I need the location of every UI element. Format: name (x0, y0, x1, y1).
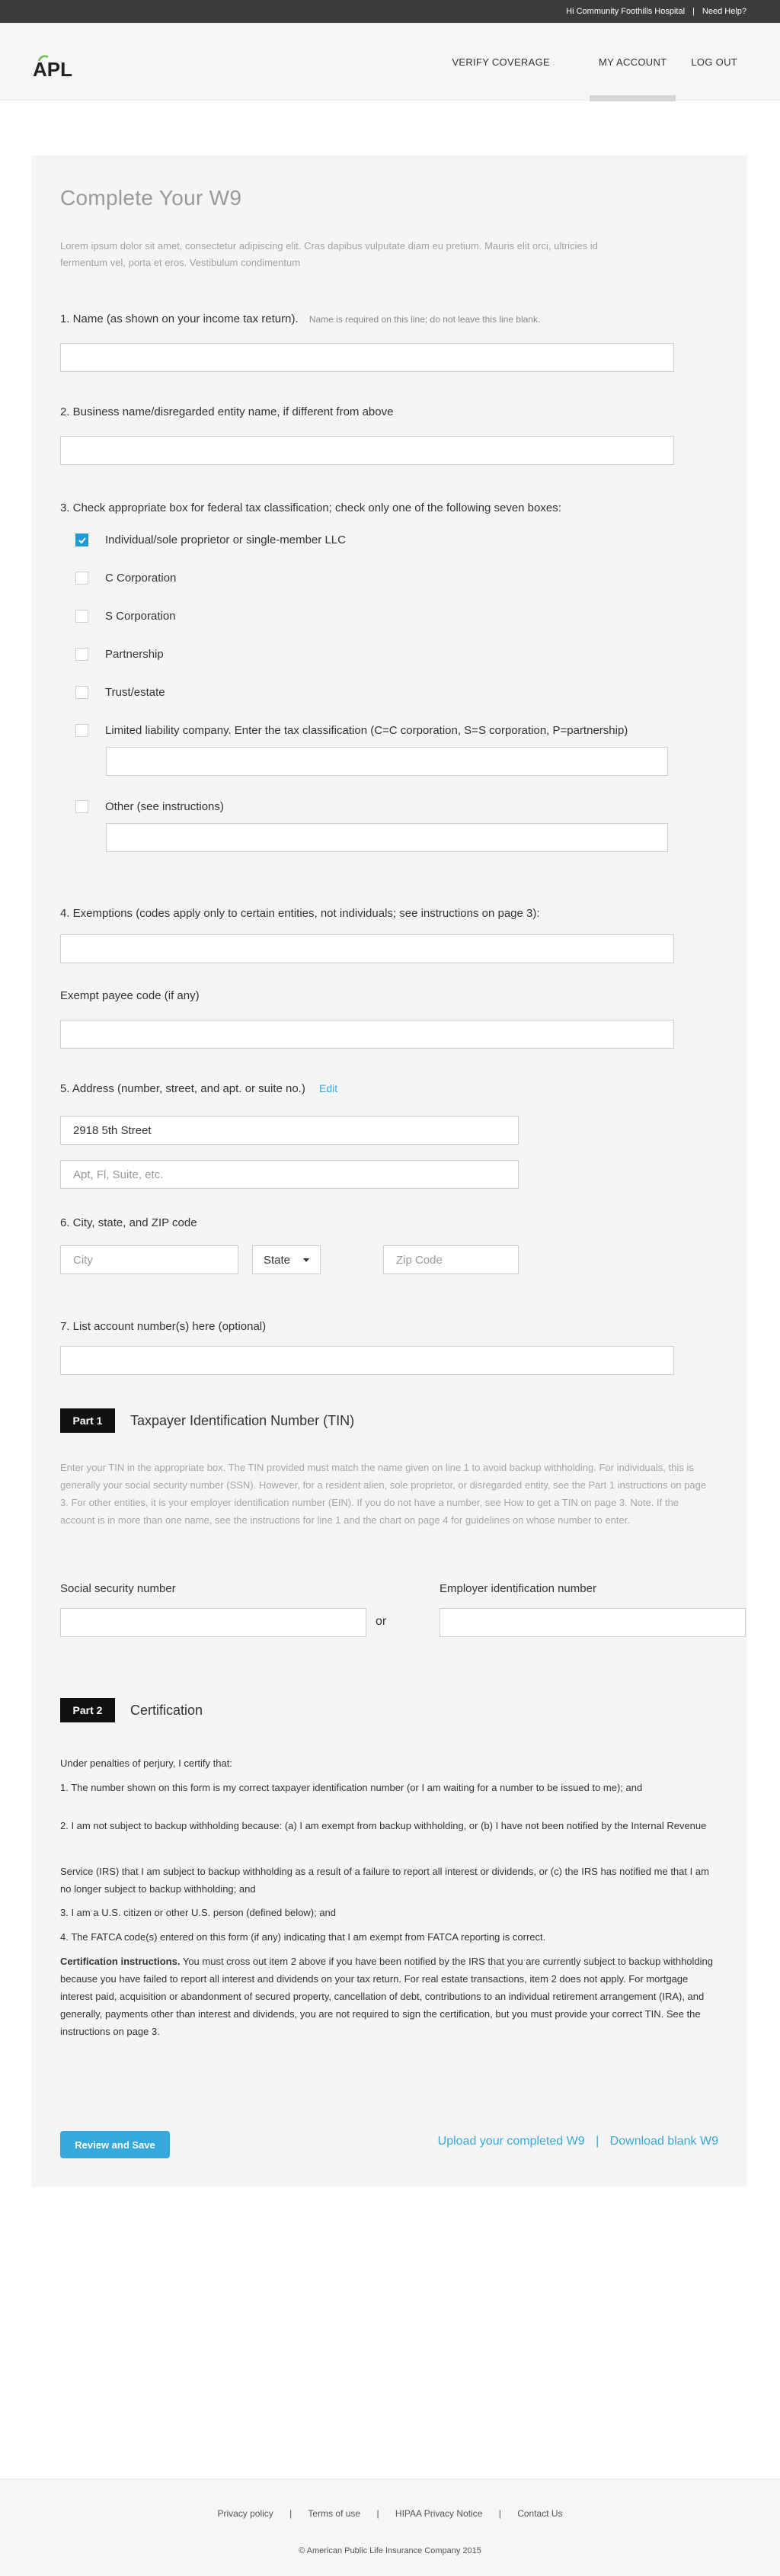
address-edit-link[interactable]: Edit (319, 1082, 337, 1094)
certification-intro: Under penalties of perjury, I certify th… (60, 1757, 232, 1769)
option-individual-label: Individual/sole proprietor or single-mem… (105, 533, 346, 546)
copyright-text: © American Public Life Insurance Company… (299, 2546, 481, 2555)
review-and-save-button[interactable]: Review and Save (60, 2131, 170, 2158)
state-select-value: State (264, 1253, 291, 1267)
checkbox-s-corporation[interactable] (75, 610, 88, 623)
exemptions-input[interactable] (60, 934, 674, 963)
address-label-text: 5. Address (number, street, and apt. or … (60, 1082, 305, 1095)
city-input[interactable]: City (60, 1245, 238, 1274)
page-title: Complete Your W9 (60, 186, 242, 210)
classification-label: 3. Check appropriate box for federal tax… (60, 501, 561, 514)
user-name: Community Foothills Hospital (576, 7, 686, 16)
checkbox-c-corporation[interactable] (75, 572, 88, 585)
ssn-input[interactable] (60, 1608, 366, 1637)
certification-instructions-text: You must cross out item 2 above if you h… (60, 1956, 713, 2037)
footer-contact-us-link[interactable]: Contact Us (517, 2508, 562, 2519)
certification-item-2: 2. I am not subject to backup withholdin… (60, 1820, 707, 1831)
w9-form-card: Complete Your W9 Lorem ipsum dolor sit a… (31, 155, 747, 2187)
part2-header: Part 2 Certification (60, 1698, 203, 1722)
option-c-corporation-label: C Corporation (105, 572, 177, 585)
option-other[interactable]: Other (see instructions) (75, 800, 224, 813)
nav-log-out[interactable]: LOG OUT (682, 23, 746, 101)
llc-classification-input[interactable] (106, 747, 668, 776)
w9-links: Upload your completed W9 | Download blan… (438, 2135, 718, 2148)
name-label-text: 1. Name (as shown on your income tax ret… (60, 312, 299, 325)
certification-item-2-continued: Service (IRS) that I am subject to backu… (60, 1866, 709, 1895)
option-c-corporation[interactable]: C Corporation (75, 572, 176, 585)
part2-badge: Part 2 (60, 1698, 115, 1722)
part1-title: Taxpayer Identification Number (TIN) (130, 1412, 355, 1428)
certification-instructions: Certification instructions. You must cro… (60, 1953, 715, 2040)
logo-text: APL (33, 58, 72, 81)
footer-links: Privacy policy | Terms of use | HIPAA Pr… (0, 2508, 780, 2519)
exempt-payee-input[interactable] (60, 1020, 674, 1049)
apl-logo[interactable]: APL (33, 55, 86, 81)
option-other-label: Other (see instructions) (105, 800, 224, 813)
certification-instructions-heading: Certification instructions. (60, 1956, 181, 1967)
download-w9-link[interactable]: Download blank W9 (610, 2135, 718, 2148)
caret-down-icon (303, 1258, 309, 1262)
checkbox-trust-estate[interactable] (75, 686, 88, 699)
exempt-payee-label: Exempt payee code (if any) (60, 989, 200, 1002)
account-numbers-label: 7. List account number(s) here (optional… (60, 1320, 267, 1333)
footer-separator: | (498, 2508, 501, 2519)
ein-label: Employer identification number (440, 1582, 596, 1595)
certification-item-1: 1. The number shown on this form is my c… (60, 1782, 643, 1793)
footer-separator: | (289, 2508, 292, 2519)
option-llc[interactable]: Limited liability company. Enter the tax… (75, 724, 628, 737)
checkbox-individual[interactable] (75, 533, 88, 546)
option-trust-estate-label: Trust/estate (105, 686, 165, 699)
footer-separator: | (376, 2508, 379, 2519)
certification-item-3: 3. I am a U.S. citizen or other U.S. per… (60, 1907, 337, 1918)
need-help-link[interactable]: Need Help? (702, 7, 746, 16)
site-footer: Privacy policy | Terms of use | HIPAA Pr… (0, 2478, 780, 2576)
option-individual[interactable]: Individual/sole proprietor or single-mem… (75, 533, 346, 546)
part1-header: Part 1 Taxpayer Identification Number (T… (60, 1408, 354, 1433)
footer-hipaa-notice-link[interactable]: HIPAA Privacy Notice (395, 2508, 482, 2519)
checkbox-llc[interactable] (75, 724, 88, 737)
links-separator: | (596, 2135, 599, 2148)
option-partnership[interactable]: Partnership (75, 648, 164, 661)
business-name-input[interactable] (60, 436, 674, 465)
street-address-input[interactable]: 2918 5th Street (60, 1116, 519, 1145)
name-hint: Name is required on this line; do not le… (308, 314, 541, 325)
business-name-label: 2. Business name/disregarded entity name… (60, 405, 394, 418)
or-text: or (376, 1615, 387, 1628)
option-partnership-label: Partnership (105, 648, 164, 661)
footer-terms-of-use-link[interactable]: Terms of use (308, 2508, 360, 2519)
other-classification-input[interactable] (106, 823, 668, 852)
certification-item-4: 4. The FATCA code(s) entered on this for… (60, 1931, 546, 1943)
checkbox-partnership[interactable] (75, 648, 88, 661)
name-input[interactable] (60, 343, 674, 372)
account-numbers-input[interactable] (60, 1346, 674, 1375)
site-header: APL VERIFY COVERAGE MY ACCOUNT LOG OUT (0, 23, 780, 101)
main-nav: VERIFY COVERAGE MY ACCOUNT LOG OUT (443, 23, 746, 101)
zip-code-input[interactable]: Zip Code (383, 1245, 519, 1274)
intro-text: Lorem ipsum dolor sit amet, consectetur … (60, 240, 598, 268)
nav-verify-coverage[interactable]: VERIFY COVERAGE (443, 23, 559, 101)
city-state-zip-label: 6. City, state, and ZIP code (60, 1216, 197, 1229)
part2-title: Certification (130, 1702, 203, 1718)
tin-instructions: Enter your TIN in the appropriate box. T… (60, 1462, 707, 1526)
ssn-label: Social security number (60, 1582, 176, 1595)
option-trust-estate[interactable]: Trust/estate (75, 686, 165, 699)
topbar-separator: | (692, 7, 695, 16)
name-label: 1. Name (as shown on your income tax ret… (60, 312, 540, 325)
option-llc-label: Limited liability company. Enter the tax… (105, 724, 628, 737)
option-s-corporation[interactable]: S Corporation (75, 610, 176, 623)
ein-input[interactable] (440, 1608, 746, 1637)
apt-suite-input[interactable]: Apt, Fl, Suite, etc. (60, 1160, 519, 1189)
upload-w9-link[interactable]: Upload your completed W9 (438, 2135, 585, 2148)
footer-privacy-policy-link[interactable]: Privacy policy (217, 2508, 273, 2519)
checkbox-other[interactable] (75, 800, 88, 813)
exemptions-label: 4. Exemptions (codes apply only to certa… (60, 907, 540, 920)
state-select[interactable]: State (252, 1245, 321, 1274)
top-bar: Hi Community Foothills Hospital | Need H… (0, 0, 780, 23)
checkmark-icon (78, 537, 86, 543)
nav-my-account[interactable]: MY ACCOUNT (589, 23, 676, 101)
option-s-corporation-label: S Corporation (105, 610, 176, 623)
greeting-text: Hi (566, 7, 574, 16)
address-label: 5. Address (number, street, and apt. or … (60, 1082, 337, 1095)
part1-badge: Part 1 (60, 1408, 115, 1433)
